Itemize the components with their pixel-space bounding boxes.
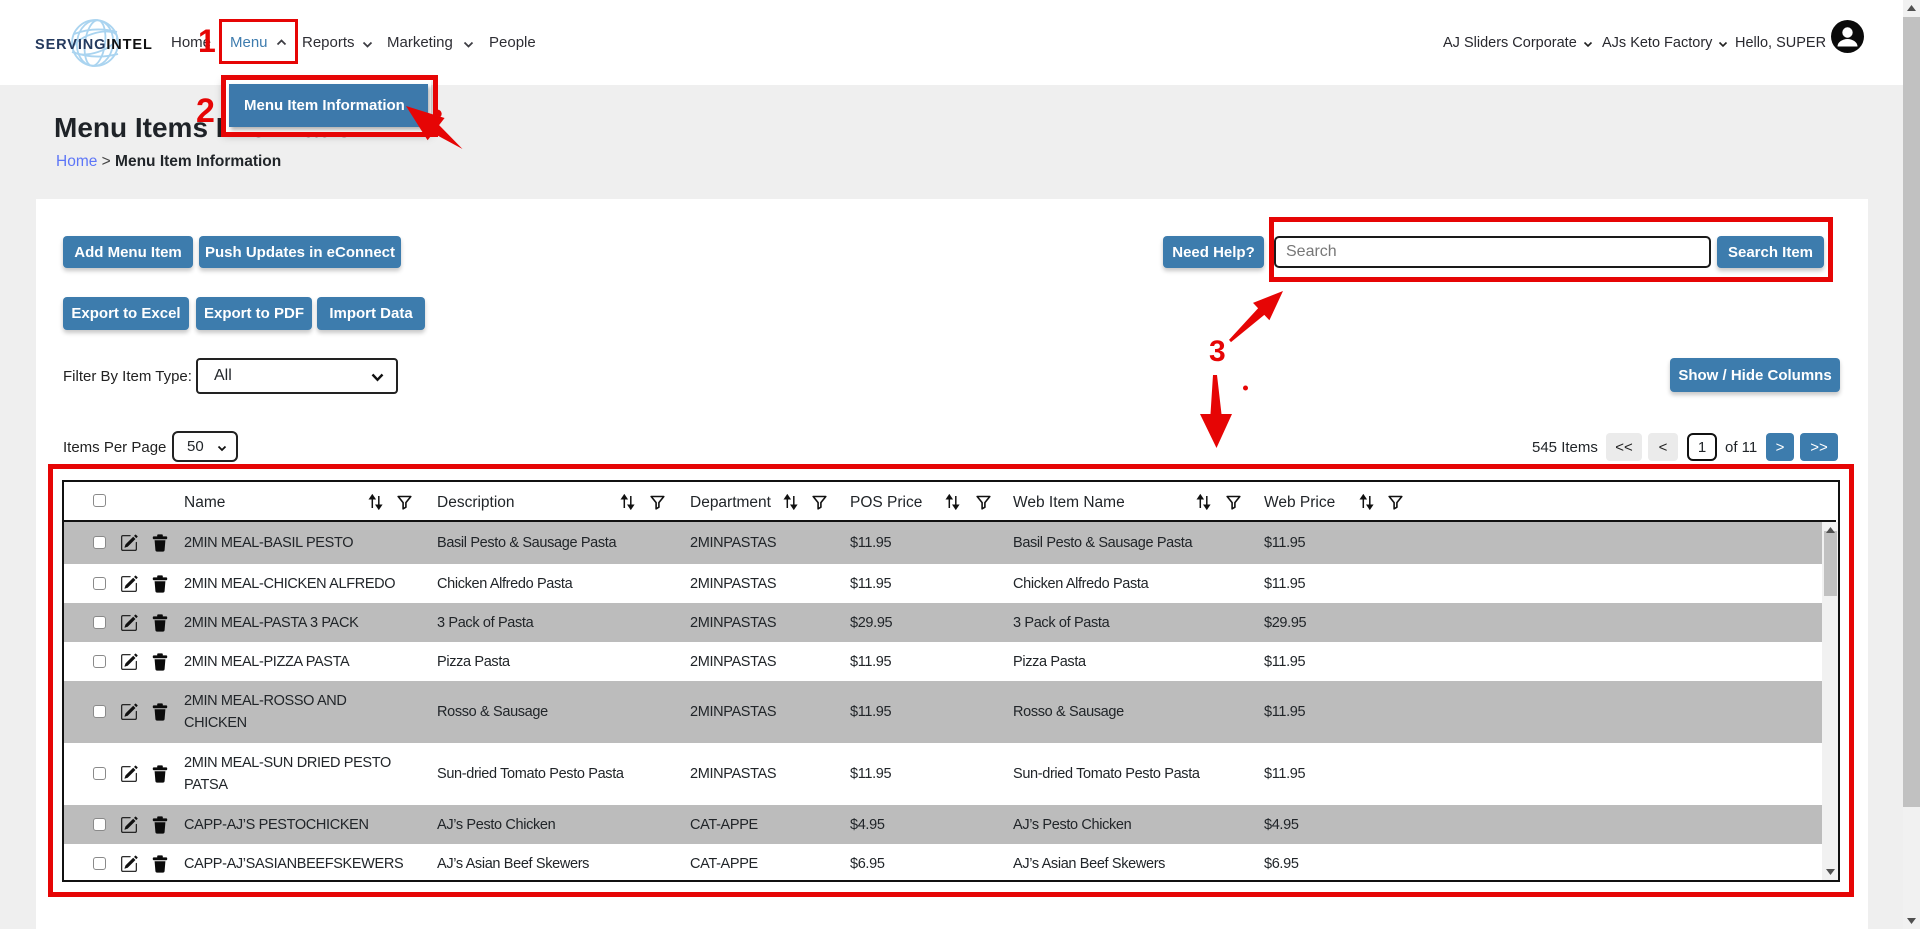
svg-text:SERVINGINTEL: SERVINGINTEL bbox=[35, 37, 153, 53]
